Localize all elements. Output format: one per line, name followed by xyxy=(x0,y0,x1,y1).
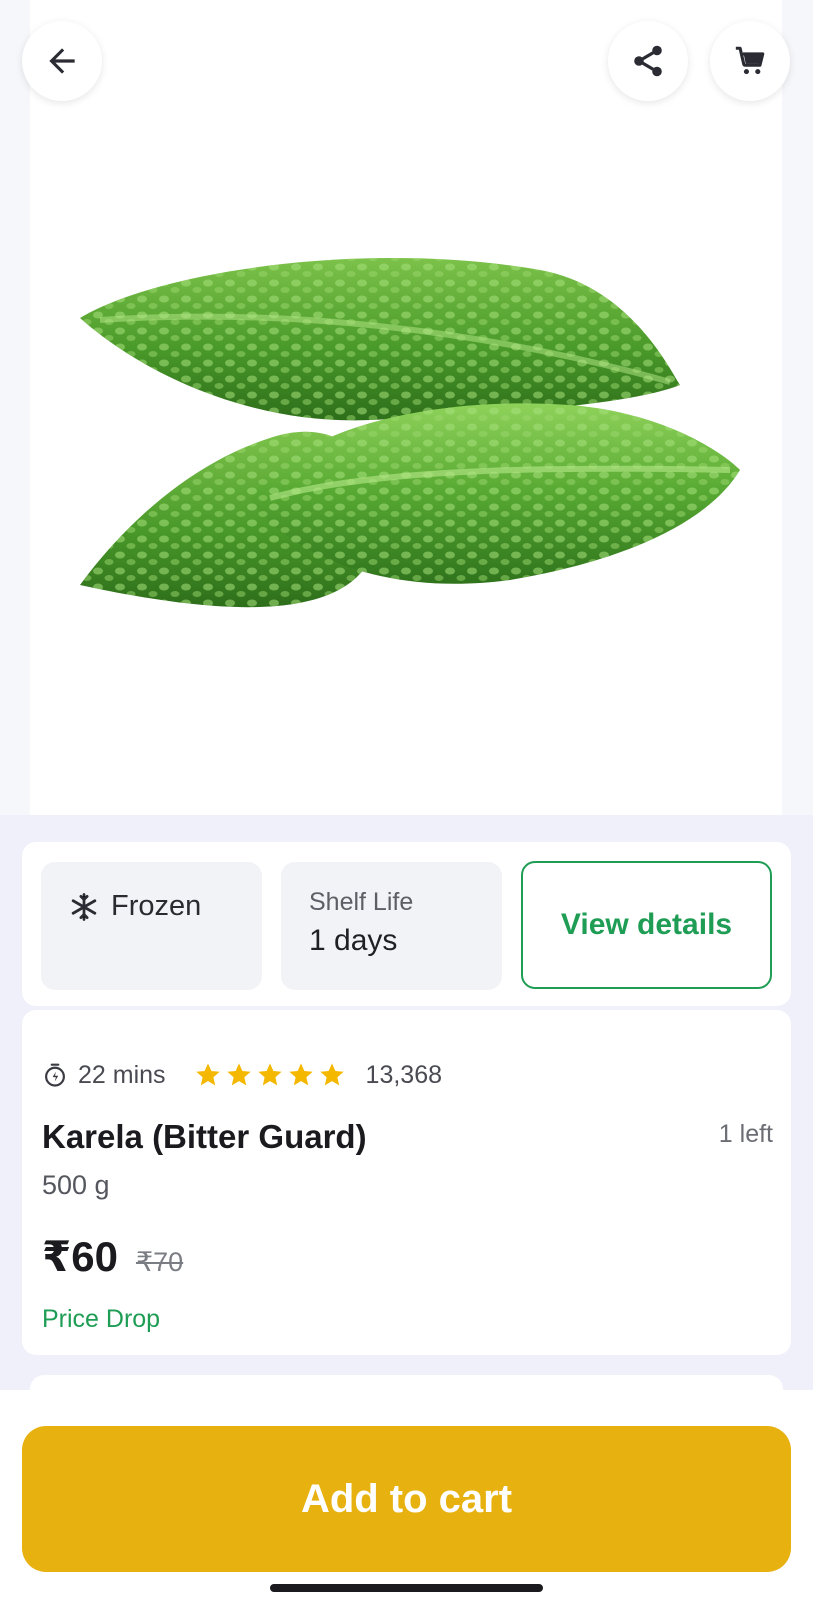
share-icon xyxy=(634,45,662,77)
storage-chip: Frozen xyxy=(41,862,262,990)
star-icon xyxy=(288,1063,313,1086)
rating-stars xyxy=(194,1061,346,1089)
product-weight: 500 g xyxy=(42,1170,110,1200)
star-icon xyxy=(195,1063,220,1086)
share-button[interactable] xyxy=(608,21,688,101)
back-button[interactable] xyxy=(22,21,102,101)
product-name: Karela (Bitter Guard) xyxy=(42,1118,367,1155)
product-image[interactable] xyxy=(70,230,760,650)
star-icon xyxy=(257,1063,282,1086)
view-details-button[interactable]: View details xyxy=(521,861,772,989)
price-row: ₹60 ₹70 xyxy=(42,1232,183,1281)
shelf-life-value: 1 days xyxy=(309,924,398,957)
cart-button[interactable] xyxy=(710,21,790,101)
star-icon xyxy=(319,1063,344,1086)
delivery-time: 22 mins xyxy=(78,1060,166,1089)
shelf-life-title: Shelf Life xyxy=(309,888,414,916)
snowflake-icon xyxy=(71,892,97,921)
mrp-price: ₹70 xyxy=(135,1247,184,1277)
delivery-rating-row: 22 mins 13,368 xyxy=(42,1058,442,1092)
storage-label: Frozen xyxy=(111,890,202,922)
star-icon xyxy=(226,1063,251,1086)
stock-left: 1 left xyxy=(718,1120,773,1148)
product-info-card: Frozen Shelf Life 1 days View details xyxy=(22,842,791,1006)
shelf-life-chip: Shelf Life 1 days xyxy=(281,862,502,990)
stopwatch-icon xyxy=(45,1063,65,1087)
selling-price: ₹60 xyxy=(42,1233,118,1280)
rating-count: 13,368 xyxy=(365,1060,443,1089)
arrow-left-icon xyxy=(49,48,75,74)
product-hero xyxy=(0,0,813,815)
add-to-cart-button[interactable]: Add to cart xyxy=(22,1426,791,1572)
price-drop-badge: Price Drop xyxy=(42,1305,161,1333)
cart-icon xyxy=(735,46,765,75)
home-indicator xyxy=(270,1584,543,1592)
product-details-card: 22 mins 13,368 Karela (Bitter Guard) 1 l… xyxy=(22,1010,791,1355)
